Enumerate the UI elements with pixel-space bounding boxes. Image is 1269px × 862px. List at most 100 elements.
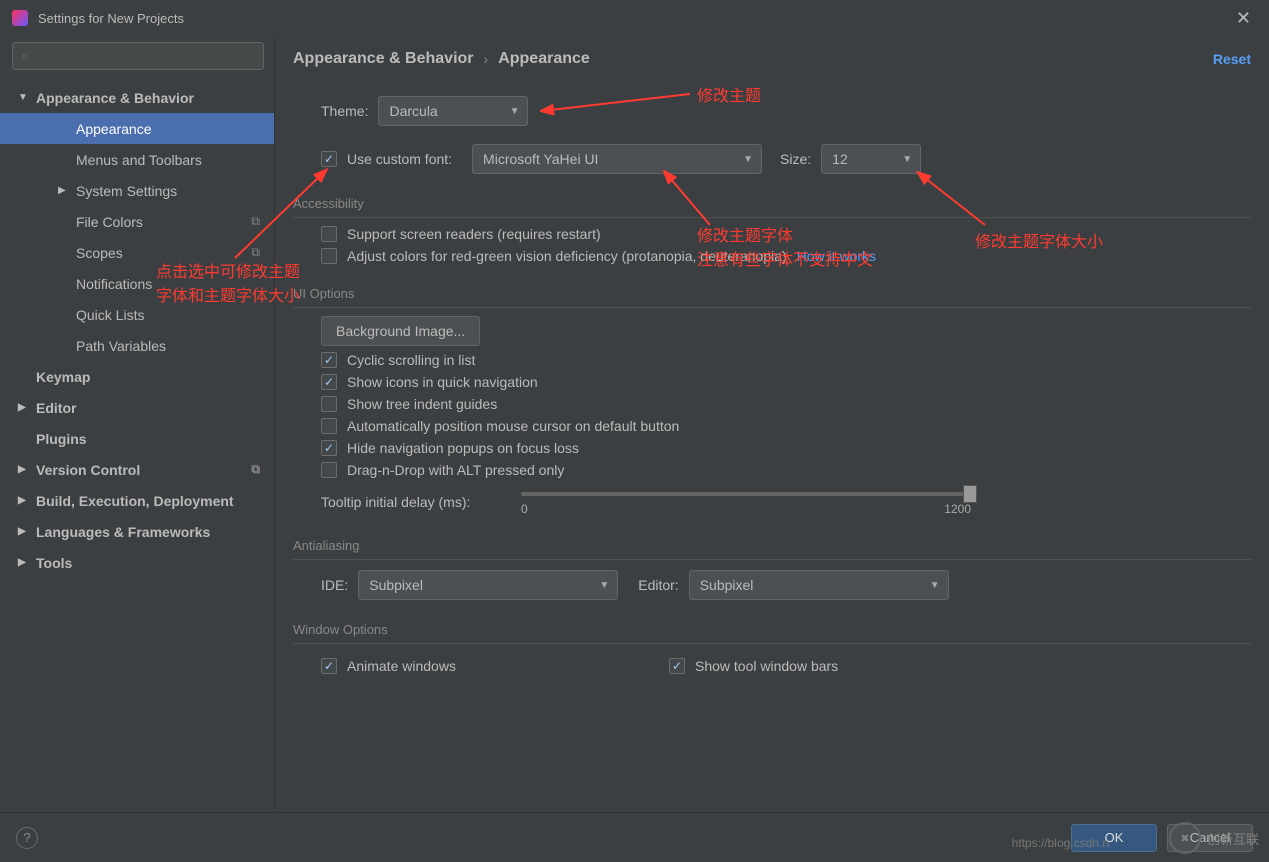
slider-thumb[interactable] bbox=[963, 485, 977, 503]
auto-cursor-label: Automatically position mouse cursor on d… bbox=[347, 418, 679, 434]
theme-label: Theme: bbox=[321, 103, 368, 119]
sidebar-item-label: Languages & Frameworks bbox=[36, 524, 210, 540]
chevron-right-icon: ▶ bbox=[58, 185, 76, 196]
section-ui-options: UI Options bbox=[293, 286, 1251, 308]
sidebar-item[interactable]: ▶Languages & Frameworks bbox=[0, 516, 274, 547]
sidebar-item[interactable]: File Colors⧉ bbox=[0, 206, 274, 237]
dnd-alt-label: Drag-n-Drop with ALT pressed only bbox=[347, 462, 564, 478]
sidebar-item[interactable]: ▶Build, Execution, Deployment bbox=[0, 485, 274, 516]
sidebar-item[interactable]: ▼Appearance & Behavior bbox=[0, 82, 274, 113]
watermark-logo: ✖ 创新互联 bbox=[1169, 822, 1259, 854]
project-badge-icon: ⧉ bbox=[251, 462, 260, 477]
section-accessibility: Accessibility bbox=[293, 196, 1251, 218]
cyclic-scroll-checkbox[interactable]: ✓ bbox=[321, 352, 337, 368]
sidebar-item-label: Notifications bbox=[76, 276, 152, 292]
breadcrumb-root[interactable]: Appearance & Behavior bbox=[293, 50, 474, 68]
tooltip-delay-label: Tooltip initial delay (ms): bbox=[321, 484, 521, 510]
sidebar-item-label: Path Variables bbox=[76, 338, 166, 354]
sidebar-item[interactable]: Menus and Toolbars bbox=[0, 144, 274, 175]
sidebar-item[interactable]: ▶System Settings bbox=[0, 175, 274, 206]
sidebar-item[interactable]: Scopes⧉ bbox=[0, 237, 274, 268]
auto-cursor-checkbox[interactable] bbox=[321, 418, 337, 434]
sidebar-item-label: Quick Lists bbox=[76, 307, 144, 323]
chevron-right-icon: ▶ bbox=[18, 526, 36, 537]
font-size-dropdown[interactable]: 12 ▼ bbox=[821, 144, 921, 174]
show-icons-label: Show icons in quick navigation bbox=[347, 374, 538, 390]
watermark-icon: ✖ bbox=[1169, 822, 1201, 854]
aa-ide-dropdown[interactable]: Subpixel ▼ bbox=[358, 570, 618, 600]
sidebar-item-label: Version Control bbox=[36, 462, 140, 478]
dnd-alt-checkbox[interactable] bbox=[321, 462, 337, 478]
animate-windows-label: Animate windows bbox=[347, 658, 456, 674]
breadcrumb-leaf: Appearance bbox=[498, 50, 590, 68]
sidebar-item[interactable]: Quick Lists bbox=[0, 299, 274, 330]
tree-indent-label: Show tree indent guides bbox=[347, 396, 497, 412]
show-icons-checkbox[interactable]: ✓ bbox=[321, 374, 337, 390]
chevron-right-icon: ▶ bbox=[18, 557, 36, 568]
title-bar: Settings for New Projects ✕ bbox=[0, 0, 1269, 36]
use-custom-font-checkbox[interactable]: ✓ bbox=[321, 151, 337, 167]
sidebar-item-label: File Colors bbox=[76, 214, 143, 230]
chevron-down-icon: ▼ bbox=[922, 580, 940, 591]
sidebar-item[interactable]: ▶Editor bbox=[0, 392, 274, 423]
aa-ide-value: Subpixel bbox=[369, 577, 423, 593]
sidebar: ⌕ ▼Appearance & Behavior Appearance Menus … bbox=[0, 36, 275, 812]
sidebar-item-label: Keymap bbox=[36, 369, 90, 385]
sidebar-item-label: Appearance bbox=[76, 121, 152, 137]
chevron-down-icon: ▼ bbox=[18, 92, 36, 103]
use-custom-font-label: Use custom font: bbox=[347, 151, 452, 167]
sidebar-item-label: System Settings bbox=[76, 183, 177, 199]
chevron-down-icon: ▼ bbox=[591, 580, 609, 591]
chevron-right-icon: ▶ bbox=[18, 464, 36, 475]
sidebar-item[interactable]: ▶Tools bbox=[0, 547, 274, 578]
sidebar-item-label: Editor bbox=[36, 400, 76, 416]
sidebar-item[interactable]: Notifications bbox=[0, 268, 274, 299]
content-panel: Appearance & Behavior › Appearance Reset… bbox=[275, 36, 1269, 812]
font-family-dropdown[interactable]: Microsoft YaHei UI ▼ bbox=[472, 144, 762, 174]
cyclic-scroll-label: Cyclic scrolling in list bbox=[347, 352, 475, 368]
font-size-value: 12 bbox=[832, 151, 848, 167]
screen-readers-checkbox[interactable] bbox=[321, 226, 337, 242]
reset-link[interactable]: Reset bbox=[1213, 51, 1251, 67]
sidebar-item[interactable]: Path Variables bbox=[0, 330, 274, 361]
sidebar-item-label: Plugins bbox=[36, 431, 87, 447]
screen-readers-label: Support screen readers (requires restart… bbox=[347, 226, 601, 242]
chevron-right-icon: › bbox=[484, 51, 489, 67]
sidebar-item-label: Build, Execution, Deployment bbox=[36, 493, 234, 509]
color-deficiency-label: Adjust colors for red-green vision defic… bbox=[347, 248, 787, 264]
tree-indent-checkbox[interactable] bbox=[321, 396, 337, 412]
chevron-down-icon: ▼ bbox=[735, 154, 753, 165]
theme-value: Darcula bbox=[389, 103, 437, 119]
aa-editor-label: Editor: bbox=[638, 577, 678, 593]
chevron-right-icon: ▶ bbox=[18, 402, 36, 413]
color-deficiency-checkbox[interactable] bbox=[321, 248, 337, 264]
animate-windows-checkbox[interactable]: ✓ bbox=[321, 658, 337, 674]
hide-nav-checkbox[interactable]: ✓ bbox=[321, 440, 337, 456]
aa-ide-label: IDE: bbox=[321, 577, 348, 593]
font-size-label: Size: bbox=[780, 151, 811, 167]
settings-tree: ▼Appearance & Behavior Appearance Menus an… bbox=[0, 76, 274, 812]
tooltip-delay-slider[interactable] bbox=[521, 492, 971, 496]
aa-editor-value: Subpixel bbox=[700, 577, 754, 593]
window-title: Settings for New Projects bbox=[38, 11, 1230, 26]
help-button[interactable]: ? bbox=[16, 827, 38, 849]
tool-window-bars-checkbox[interactable]: ✓ bbox=[669, 658, 685, 674]
background-image-button[interactable]: Background Image... bbox=[321, 316, 480, 346]
sidebar-item[interactable]: Keymap bbox=[0, 361, 274, 392]
sidebar-item[interactable]: Appearance bbox=[0, 113, 274, 144]
search-input[interactable]: ⌕ bbox=[12, 42, 264, 70]
app-icon bbox=[12, 10, 28, 26]
theme-dropdown[interactable]: Darcula ▼ bbox=[378, 96, 528, 126]
aa-editor-dropdown[interactable]: Subpixel ▼ bbox=[689, 570, 949, 600]
sidebar-item[interactable]: Plugins bbox=[0, 423, 274, 454]
sidebar-item[interactable]: ▶Version Control ⧉ bbox=[0, 454, 274, 485]
close-icon[interactable]: ✕ bbox=[1230, 6, 1257, 31]
how-it-works-link[interactable]: How it works bbox=[797, 248, 876, 264]
watermark-url: https://blog.csdn.n bbox=[1012, 836, 1109, 850]
sidebar-item-label: Appearance & Behavior bbox=[36, 90, 194, 106]
search-icon: ⌕ bbox=[21, 48, 28, 64]
hide-nav-label: Hide navigation popups on focus loss bbox=[347, 440, 579, 456]
chevron-down-icon: ▼ bbox=[894, 154, 912, 165]
slider-min: 0 bbox=[521, 502, 528, 516]
section-antialiasing: Antialiasing bbox=[293, 538, 1251, 560]
